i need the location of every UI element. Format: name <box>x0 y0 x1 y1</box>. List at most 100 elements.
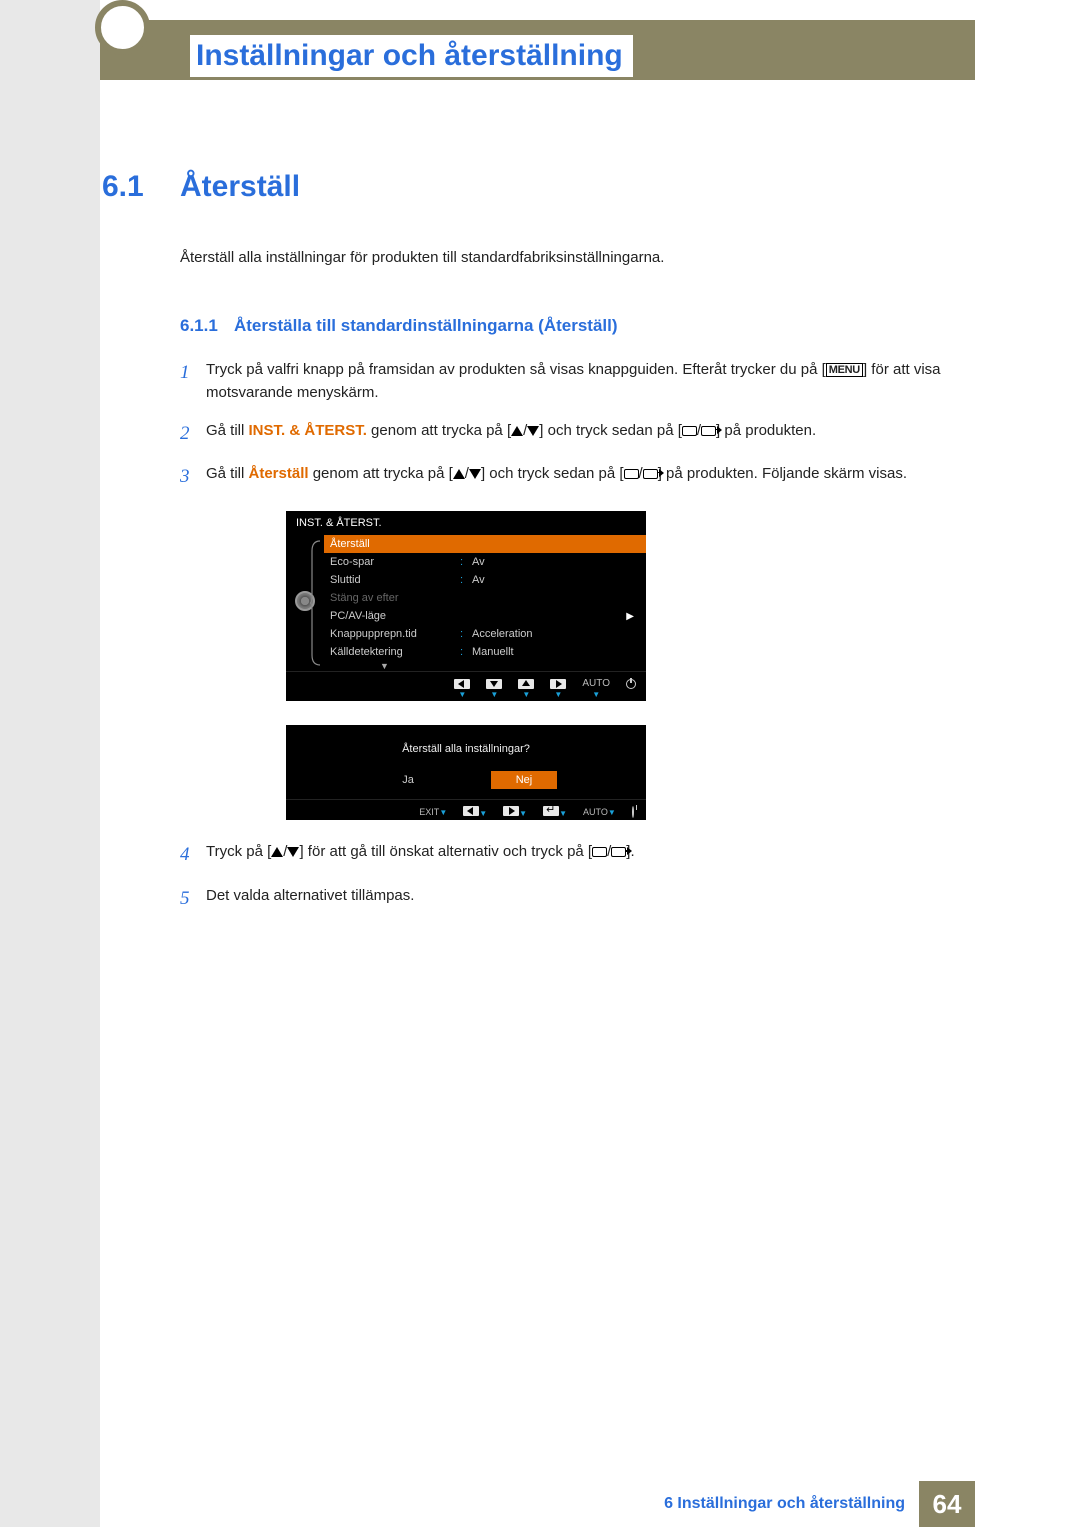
nav-right-icon <box>550 679 566 689</box>
down-arrow-icon <box>527 426 539 436</box>
colon: : <box>460 574 472 586</box>
nav-exit-label: EXIT <box>419 807 439 817</box>
enter-icon <box>611 847 626 857</box>
osd-menu-row: Knappupprepn.tid:Acceleration <box>324 625 646 643</box>
subsection-heading: 6.1.1 Återställa till standardinställnin… <box>180 316 970 336</box>
footer-page-number: 64 <box>919 1481 975 1527</box>
source-icon <box>624 469 639 479</box>
up-arrow-icon <box>271 847 283 857</box>
section-number: 6.1 <box>100 170 180 204</box>
more-indicator-icon: ▼ <box>324 661 646 671</box>
step-5: 5 Det valda alternativet tillämpas. <box>180 884 970 913</box>
chevron-right-icon: ▶ <box>626 611 640 622</box>
osd-row-label: Återställ <box>330 538 460 550</box>
step-1: 1 Tryck på valfri knapp på framsidan av … <box>180 358 970 405</box>
osd-row-label: Knappupprepn.tid <box>330 628 460 640</box>
nav-up-icon <box>518 679 534 689</box>
osd-row-label: PC/AV-läge <box>330 610 460 622</box>
osd-menu-row: Sluttid:Av <box>324 571 646 589</box>
chapter-title: Inställningar och återställning <box>190 35 633 77</box>
bracket-icon <box>310 539 322 667</box>
osd-row-label: Stäng av efter <box>330 592 460 604</box>
step-number: 4 <box>180 840 206 869</box>
osd-title: INST. & ÅTERST. <box>286 511 646 535</box>
text: Gå till <box>206 465 249 482</box>
nav-auto-label: AUTO <box>582 678 610 689</box>
colon: : <box>460 646 472 658</box>
osd-nav-bar: EXIT▼ ▼ ▼ ▼ AUTO▼ <box>286 799 646 820</box>
osd-row-value: Av <box>472 556 640 568</box>
confirm-question: Återställ alla inställningar? <box>286 743 646 755</box>
subsection-title: Återställa till standardinställningarna … <box>234 316 618 335</box>
step-number: 3 <box>180 462 206 491</box>
up-arrow-icon <box>511 426 523 436</box>
power-icon <box>632 806 634 818</box>
osd-menu-row: Stäng av efter <box>324 589 646 607</box>
nav-left-icon <box>463 806 479 816</box>
text: genom att trycka på [ <box>367 422 511 439</box>
step-text: Tryck på valfri knapp på framsidan av pr… <box>206 358 970 405</box>
step-number: 1 <box>180 358 206 405</box>
page-content: 6.1 Återställ Återställ alla inställning… <box>100 170 970 927</box>
colon: : <box>460 628 472 640</box>
osd-menu-row: PC/AV-läge ▶ <box>324 607 646 625</box>
step-number: 5 <box>180 884 206 913</box>
nav-enter-icon <box>543 806 559 816</box>
text: Tryck på [ <box>206 843 271 860</box>
osd-nav-bar: ▼ ▼ ▼ ▼ AUTO▼ <box>286 671 646 701</box>
footer-chapter-title: 6 Inställningar och återställning <box>664 1481 919 1527</box>
menu-item-name: Återställ <box>249 465 309 482</box>
nav-right-icon <box>503 806 519 816</box>
osd-row-label: Eco-spar <box>330 556 460 568</box>
osd-menu-row: Eco-spar:Av <box>324 553 646 571</box>
text: Gå till <box>206 422 249 439</box>
chapter-number-icon <box>95 0 150 55</box>
step-text: Gå till INST. & ÅTERST. genom att trycka… <box>206 419 970 448</box>
source-icon <box>592 847 607 857</box>
step-2: 2 Gå till INST. & ÅTERST. genom att tryc… <box>180 419 970 448</box>
osd-screens: INST. & ÅTERST. ÅterställEco-spar:AvSlut… <box>286 511 970 820</box>
section-title: Återställ <box>180 170 300 203</box>
steps-list: 1 Tryck på valfri knapp på framsidan av … <box>180 358 970 913</box>
confirm-no-button: Nej <box>491 771 557 789</box>
text: ] för att gå till önskat alternativ och … <box>299 843 592 860</box>
step-number: 2 <box>180 419 206 448</box>
osd-row-label: Sluttid <box>330 574 460 586</box>
enter-icon <box>701 426 716 436</box>
menu-button-label: MENU <box>826 363 863 377</box>
source-icon <box>682 426 697 436</box>
chapter-sidebar <box>0 0 100 1527</box>
subsection-number: 6.1.1 <box>180 316 218 335</box>
text: ] och tryck sedan på [ <box>481 465 624 482</box>
down-arrow-icon <box>469 469 481 479</box>
osd-row-label: Källdetektering <box>330 646 460 658</box>
step-4: 4 Tryck på [/] för att gå till önskat al… <box>180 840 970 869</box>
nav-left-icon <box>454 679 470 689</box>
section-heading: 6.1 Återställ <box>100 170 970 204</box>
step-text: Gå till Återställ genom att trycka på [/… <box>206 462 970 491</box>
enter-icon <box>643 469 658 479</box>
osd-list: ÅterställEco-spar:AvSluttid:AvStäng av e… <box>324 535 646 671</box>
step-text: Tryck på [/] för att gå till önskat alte… <box>206 840 970 869</box>
nav-auto-label: AUTO <box>583 807 608 817</box>
osd-menu-row: Källdetektering:Manuellt <box>324 643 646 661</box>
osd-row-value: Manuellt <box>472 646 640 658</box>
step-3: 3 Gå till Återställ genom att trycka på … <box>180 462 970 491</box>
osd-menu-row: Återställ <box>324 535 646 553</box>
confirm-yes-button: Ja <box>375 771 441 789</box>
osd-menu-screen: INST. & ÅTERST. ÅterställEco-spar:AvSlut… <box>286 511 646 701</box>
osd-row-value: Av <box>472 574 640 586</box>
osd-confirm-screen: Återställ alla inställningar? Ja Nej EXI… <box>286 725 646 820</box>
up-arrow-icon <box>453 469 465 479</box>
down-arrow-icon <box>287 847 299 857</box>
osd-row-value: Acceleration <box>472 628 640 640</box>
text: ] på produkten. <box>716 422 816 439</box>
power-icon <box>626 679 636 689</box>
text: Tryck på valfri knapp på framsidan av pr… <box>206 361 826 378</box>
step-text: Det valda alternativet tillämpas. <box>206 884 970 913</box>
section-intro: Återställ alla inställningar för produkt… <box>180 249 970 266</box>
text: genom att trycka på [ <box>309 465 453 482</box>
text: ] och tryck sedan på [ <box>539 422 682 439</box>
colon: : <box>460 556 472 568</box>
text: ] på produkten. Följande skärm visas. <box>658 465 907 482</box>
